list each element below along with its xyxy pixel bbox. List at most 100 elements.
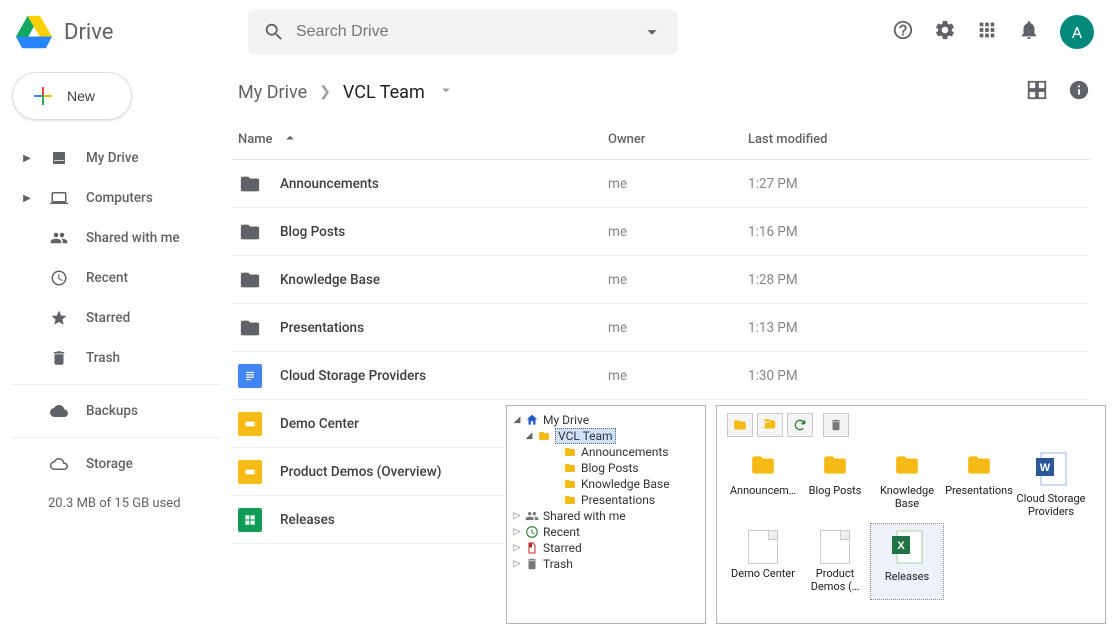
- search-bar[interactable]: [248, 9, 678, 55]
- tree-node[interactable]: ▷Shared with me: [513, 508, 699, 524]
- sort-arrow-up-icon[interactable]: [281, 129, 299, 151]
- folder-icon: [563, 493, 577, 507]
- search-icon[interactable]: [254, 12, 294, 52]
- overlay-item[interactable]: Product Demos (…: [799, 524, 871, 599]
- file-name: Blog Posts: [280, 224, 345, 240]
- overlay-item[interactable]: Presentations: [943, 446, 1015, 524]
- overlay-item[interactable]: Blog Posts: [799, 446, 871, 524]
- tree-node[interactable]: Announcements: [513, 444, 699, 460]
- file-row[interactable]: Cloud Storage Providersme1:30 PM: [232, 352, 1090, 400]
- column-modified-header[interactable]: Last modified: [748, 132, 828, 147]
- help-icon[interactable]: [892, 19, 914, 45]
- file-modified: 1:27 PM: [748, 176, 798, 192]
- expand-caret-icon[interactable]: ▶: [22, 193, 32, 204]
- expand-caret-icon[interactable]: ▶: [22, 153, 32, 164]
- drive-logo-icon: [16, 14, 52, 50]
- toolbar-refresh-icon[interactable]: [787, 413, 813, 437]
- notifications-bell-icon[interactable]: [1018, 19, 1040, 45]
- overlay-item-label: Product Demos (…: [799, 567, 871, 593]
- new-button-label: New: [67, 88, 95, 104]
- overlay-tree-pane: ◢ My Drive ◢ VCL Team AnnouncementsBlog …: [506, 405, 706, 624]
- folder-icon: [238, 220, 262, 244]
- folder-icon: [238, 316, 262, 340]
- tree-node[interactable]: ▷Trash: [513, 556, 699, 572]
- toolbar-delete-icon[interactable]: [823, 413, 849, 437]
- overlay-item-icon: [747, 452, 779, 481]
- overlay-item[interactable]: Announcem…: [727, 446, 799, 524]
- sidebar-item-storage[interactable]: Storage: [12, 444, 220, 484]
- overlay-item-icon: [820, 530, 850, 564]
- file-row[interactable]: Blog Postsme1:16 PM: [232, 208, 1090, 256]
- folder-icon: [238, 172, 262, 196]
- file-owner: me: [608, 272, 627, 288]
- sheets-icon: [238, 508, 262, 532]
- file-name: Demo Center: [280, 416, 359, 432]
- column-name-header[interactable]: Name: [238, 132, 273, 147]
- overlay-item-icon: [748, 530, 778, 564]
- settings-gear-icon[interactable]: [934, 19, 956, 45]
- file-name: Cloud Storage Providers: [280, 368, 426, 384]
- new-button[interactable]: New: [12, 72, 132, 120]
- file-row[interactable]: Knowledge Baseme1:28 PM: [232, 256, 1090, 304]
- slides-icon: [238, 412, 262, 436]
- cloud-icon: [48, 402, 70, 420]
- sidebar-item-computers[interactable]: ▶ Computers: [12, 178, 220, 218]
- sidebar-item-backups[interactable]: Backups: [12, 391, 220, 431]
- overlay-item-label: Announcem…: [730, 484, 796, 497]
- overlay-item-label: Knowledge Base: [871, 484, 943, 510]
- file-row[interactable]: Presentationsme1:13 PM: [232, 304, 1090, 352]
- overlay-item[interactable]: X Releases: [871, 524, 943, 599]
- overlay-item-icon: [963, 452, 995, 481]
- tree-node[interactable]: Presentations: [513, 492, 699, 508]
- file-owner: me: [608, 368, 627, 384]
- file-name: Knowledge Base: [280, 272, 380, 288]
- tree-node[interactable]: ▷Recent: [513, 524, 699, 540]
- toolbar-open-folder-icon[interactable]: [757, 413, 783, 437]
- folder-icon: [563, 477, 577, 491]
- breadcrumb-current[interactable]: VCL Team: [343, 82, 425, 103]
- overlay-item-icon: X: [891, 530, 923, 567]
- sidebar-item-label: Computers: [86, 190, 153, 206]
- overlay-item[interactable]: Demo Center: [727, 524, 799, 599]
- tree-node-vcl-team[interactable]: ◢ VCL Team: [513, 428, 699, 444]
- sidebar-item-recent[interactable]: Recent: [12, 258, 220, 298]
- svg-text:X: X: [897, 540, 905, 552]
- sidebar-item-shared[interactable]: Shared with me: [12, 218, 220, 258]
- tree-node-icon: [525, 541, 539, 555]
- sidebar-item-label: Storage: [86, 456, 133, 472]
- home-icon: [525, 413, 539, 427]
- apps-grid-icon[interactable]: [976, 19, 998, 45]
- overlay-item[interactable]: Knowledge Base: [871, 446, 943, 524]
- folder-icon: [238, 268, 262, 292]
- drive-icon: [48, 149, 70, 167]
- column-owner-header[interactable]: Owner: [608, 132, 645, 147]
- sidebar-item-trash[interactable]: Trash: [12, 338, 220, 378]
- overlay-item[interactable]: WCloud Storage Providers: [1015, 446, 1087, 524]
- cloud-outline-icon: [48, 455, 70, 473]
- file-row[interactable]: Announcementsme1:27 PM: [232, 160, 1090, 208]
- tree-node-icon: [525, 509, 539, 523]
- overlay-item-icon: [819, 452, 851, 481]
- sidebar-item-my-drive[interactable]: ▶ My Drive: [12, 138, 220, 178]
- overlay-item-label: Demo Center: [731, 567, 795, 580]
- overlay-item-label: Releases: [885, 570, 929, 583]
- details-info-icon[interactable]: [1068, 79, 1090, 105]
- slides-icon: [238, 460, 262, 484]
- overlay-item-label: Cloud Storage Providers: [1015, 492, 1087, 518]
- account-avatar[interactable]: A: [1060, 15, 1094, 49]
- tree-node[interactable]: ▷Starred: [513, 540, 699, 556]
- sidebar-item-starred[interactable]: Starred: [12, 298, 220, 338]
- search-options-dropdown-icon[interactable]: [632, 12, 672, 52]
- folder-icon: [537, 429, 551, 443]
- file-owner: me: [608, 176, 627, 192]
- chevron-down-icon[interactable]: [437, 81, 455, 103]
- tree-node[interactable]: Knowledge Base: [513, 476, 699, 492]
- toolbar-folder-icon[interactable]: [727, 413, 753, 437]
- grid-view-icon[interactable]: [1026, 79, 1048, 105]
- breadcrumb-parent[interactable]: My Drive: [238, 82, 307, 103]
- tree-node[interactable]: Blog Posts: [513, 460, 699, 476]
- search-input[interactable]: [294, 22, 632, 42]
- tree-node-my-drive[interactable]: ◢ My Drive: [513, 412, 699, 428]
- sidebar-item-label: Trash: [86, 350, 120, 366]
- overlay-grid-pane: Announcem…Blog PostsKnowledge BasePresen…: [716, 405, 1106, 624]
